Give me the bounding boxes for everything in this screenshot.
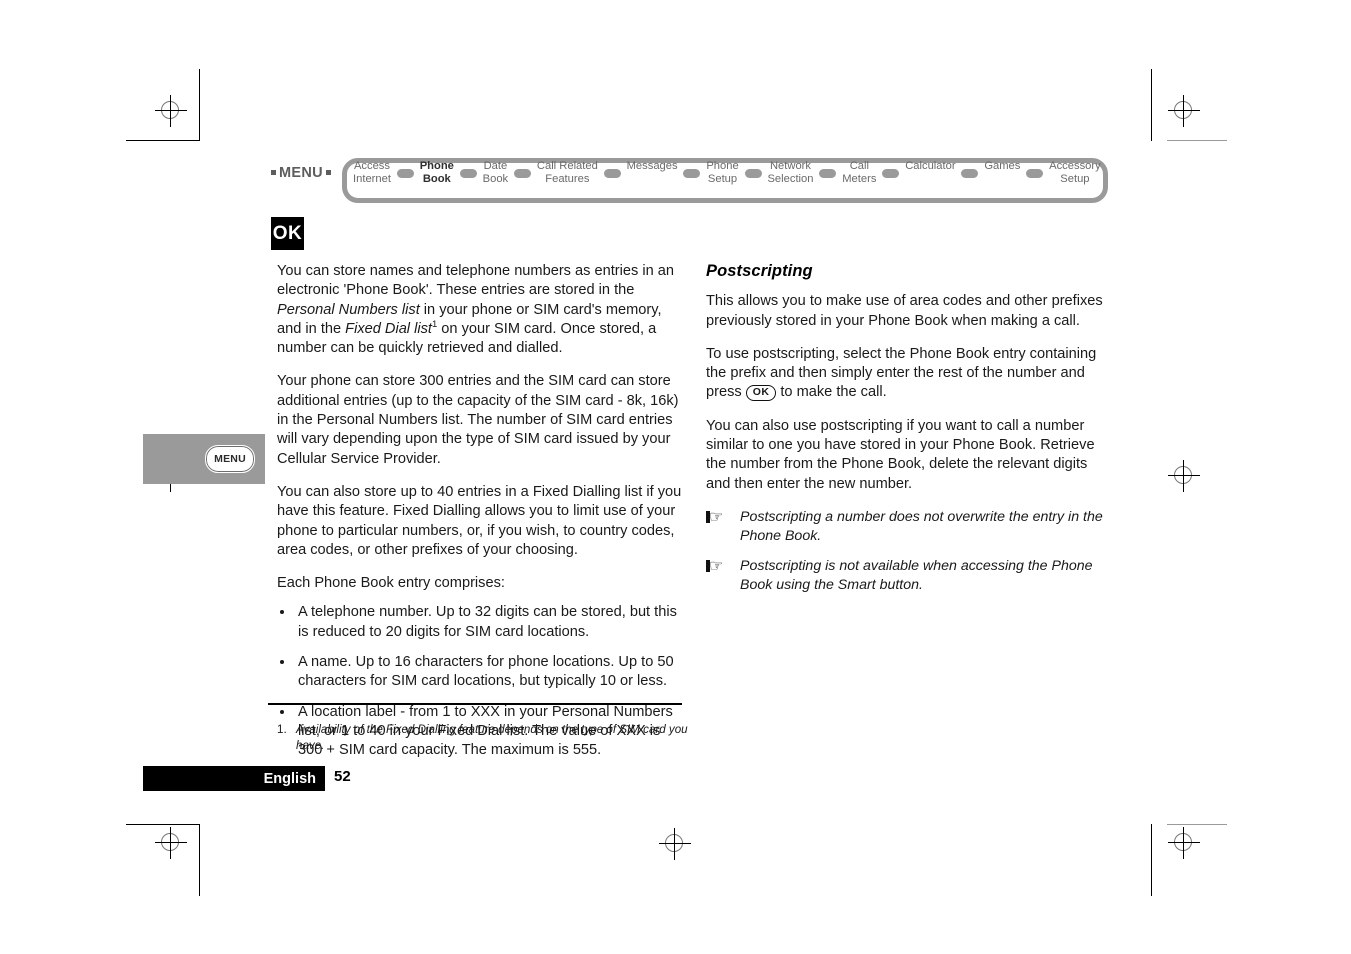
breadcrumb-connector-icon — [882, 169, 900, 178]
paragraph-fixed-dialling: You can also store up to 40 entries in a… — [277, 483, 682, 558]
breadcrumb-connector-icon — [961, 169, 979, 178]
registration-mark-bottom-right — [1167, 826, 1201, 860]
footer-language-bar: English — [143, 766, 325, 791]
crop-mark-top-right-horizontal — [1167, 140, 1227, 141]
breadcrumb-item-date-book[interactable]: Date Book — [482, 160, 510, 186]
note-text: Postscripting a number does not overwrit… — [740, 508, 1103, 545]
registration-mark-top-left — [154, 94, 188, 128]
bullet-dot-icon — [280, 610, 284, 615]
breadcrumb-item-access-internet[interactable]: Access Internet — [352, 160, 392, 186]
square-bullet-icon — [271, 169, 276, 175]
registration-mark-bottom-center — [658, 827, 692, 861]
footnote-text: Availability of the Fixed Dialling featu… — [296, 723, 688, 752]
bullet-dot-icon — [280, 660, 284, 665]
crop-mark-bottom-left-vertical — [199, 824, 200, 896]
menu-button-glyph: MENU — [205, 445, 255, 473]
crop-mark-top-left-vertical — [199, 69, 200, 141]
ok-key-badge: OK — [271, 217, 304, 250]
page-number: 52 — [334, 768, 351, 785]
note-smart-button: ☞ Postscripting is not available when ac… — [706, 557, 1112, 596]
breadcrumb-menu-label: MENU — [268, 165, 334, 181]
breadcrumb-item-phone-setup[interactable]: Phone Setup — [705, 160, 739, 186]
breadcrumb-connector-icon — [744, 169, 762, 178]
breadcrumb-item-call-meters[interactable]: Call Meters — [841, 160, 877, 186]
paragraph-phone-book-intro: You can store names and telephone number… — [277, 263, 674, 357]
breadcrumb-connector-icon — [514, 169, 532, 178]
breadcrumb-connector-icon — [396, 169, 414, 178]
crop-mark-bottom-right-vertical — [1151, 824, 1152, 896]
menu-breadcrumb-bar: MENU Access Internet Phone Book Date Boo… — [268, 158, 1108, 206]
paragraph-postscripting-similar-number: You can also use postscripting if you wa… — [706, 417, 1095, 492]
inline-ok-key-icon: OK — [745, 385, 777, 402]
breadcrumb-item-network-selection[interactable]: Network Selection — [766, 160, 814, 186]
breadcrumb-connector-icon — [1026, 169, 1044, 178]
registration-mark-right-middle — [1167, 459, 1201, 493]
registration-mark-bottom-left — [154, 826, 188, 860]
crop-mark-top-right-vertical — [1151, 69, 1152, 141]
crop-mark-bottom-left-horizontal — [126, 824, 199, 825]
breadcrumb-item-games[interactable]: Games — [983, 160, 1021, 173]
breadcrumb-connector-icon — [819, 169, 837, 178]
note-text: Postscripting is not available when acce… — [740, 557, 1093, 593]
left-text-column: You can store names and telephone number… — [277, 262, 683, 772]
footnote: 1. Availability of the Fixed Dialling fe… — [277, 722, 688, 753]
crop-mark-top-left-horizontal — [126, 140, 199, 141]
right-text-column: Postscripting This allows you to make us… — [706, 262, 1112, 605]
breadcrumb-menu-text: MENU — [279, 165, 323, 181]
list-item: A telephone number. Up to 32 digits can … — [277, 603, 683, 642]
section-title-postscripting: Postscripting — [706, 262, 813, 280]
breadcrumb-item-messages[interactable]: Messages — [626, 160, 679, 173]
square-bullet-icon — [325, 169, 331, 175]
breadcrumb-item-call-related-features[interactable]: Call Related Features — [536, 160, 599, 186]
paragraph-entry-comprises: Each Phone Book entry comprises: — [277, 575, 505, 592]
margin-menu-tab: MENU — [143, 434, 265, 484]
registration-mark-top-right — [1167, 94, 1201, 128]
breadcrumb-item-phone-book[interactable]: Phone Book — [419, 160, 455, 186]
breadcrumb-connector-icon — [603, 169, 621, 178]
pointing-hand-icon: ☞ — [706, 508, 723, 527]
list-item-text: A name. Up to 16 characters for phone lo… — [298, 654, 674, 690]
paragraph-postscripting-howto: To use postscripting, select the Phone B… — [706, 345, 1097, 402]
paragraph-postscripting-intro: This allows you to make use of area code… — [706, 293, 1103, 329]
breadcrumb-connector-icon — [459, 169, 477, 178]
crop-mark-bottom-right-horizontal — [1167, 824, 1227, 825]
bullet-dot-icon — [280, 709, 284, 714]
paragraph-storage-capacity: Your phone can store 300 entries and the… — [277, 373, 679, 467]
document-page: MENU MENU Access Internet Phone Book Dat… — [0, 0, 1351, 954]
breadcrumb-item-calculator[interactable]: Calculator — [904, 160, 956, 173]
list-item-text: A telephone number. Up to 32 digits can … — [298, 604, 677, 640]
breadcrumb-item-accessory-setup[interactable]: Accessory Setup — [1048, 160, 1102, 186]
breadcrumb-item-list: Access Internet Phone Book Date Book Cal… — [352, 158, 1102, 194]
footnote-divider — [268, 703, 682, 705]
breadcrumb-connector-icon — [683, 169, 701, 178]
footnote-number: 1. — [277, 723, 287, 736]
list-item: A name. Up to 16 characters for phone lo… — [277, 653, 683, 692]
note-overwrite: ☞ Postscripting a number does not overwr… — [706, 508, 1112, 547]
pointing-hand-icon: ☞ — [706, 557, 723, 576]
